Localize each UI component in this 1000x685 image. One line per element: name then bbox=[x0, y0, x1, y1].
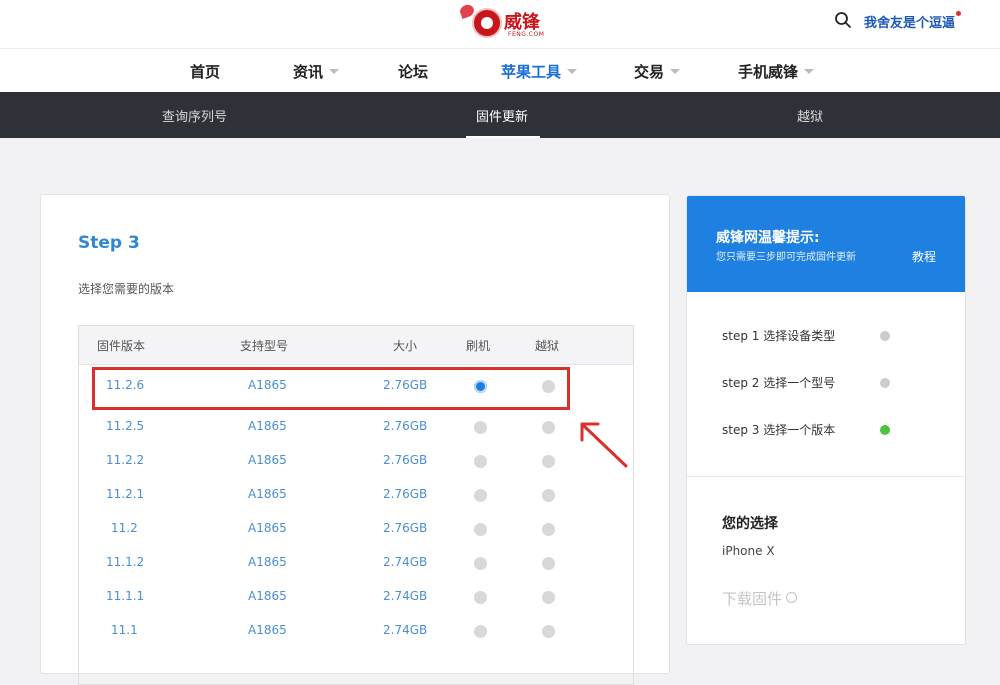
chevron-down-icon bbox=[329, 69, 340, 74]
main-nav: 首页 资讯 论坛 苹果工具 交易 手机威锋 bbox=[0, 48, 1000, 93]
cell-version: 11.2.2 bbox=[106, 453, 145, 467]
cell-size: 2.76GB bbox=[383, 453, 428, 467]
col-header-flash: 刷机 bbox=[466, 339, 491, 353]
jailbreak-radio[interactable] bbox=[542, 523, 555, 536]
subnav-firmware-update[interactable]: 固件更新 bbox=[476, 106, 528, 125]
search-icon[interactable] bbox=[834, 11, 852, 29]
nav-item-apple-tools[interactable]: 苹果工具 bbox=[501, 61, 578, 82]
step-title: Step 3 bbox=[78, 233, 140, 253]
step-status-dot bbox=[880, 425, 890, 435]
chevron-down-icon bbox=[670, 69, 681, 74]
cell-model: A1865 bbox=[248, 521, 287, 535]
tip-subtitle: 您只需要三步即可完成固件更新 bbox=[716, 252, 856, 263]
chevron-down-icon bbox=[804, 69, 815, 74]
col-header-model: 支持型号 bbox=[240, 339, 289, 353]
cell-size: 2.74GB bbox=[383, 555, 428, 569]
jailbreak-radio[interactable] bbox=[542, 455, 555, 468]
cell-size: 2.74GB bbox=[383, 623, 428, 637]
col-header-jailbreak: 越狱 bbox=[535, 339, 560, 353]
step-item-2: step 2 选择一个型号 bbox=[722, 376, 836, 390]
nav-item-news[interactable]: 资讯 bbox=[293, 61, 340, 82]
table-row[interactable]: 11.2.5 A1865 2.76GB bbox=[79, 411, 633, 445]
jailbreak-radio[interactable] bbox=[542, 489, 555, 502]
flash-radio[interactable] bbox=[474, 421, 487, 434]
cell-size: 2.76GB bbox=[383, 487, 428, 501]
subnav-jailbreak[interactable]: 越狱 bbox=[797, 106, 823, 125]
arrow-annotation-icon bbox=[580, 422, 628, 468]
col-header-size: 大小 bbox=[393, 339, 418, 353]
chevron-down-icon bbox=[567, 69, 578, 74]
your-choice-value: iPhone X bbox=[722, 544, 775, 558]
nav-item-mobile[interactable]: 手机威锋 bbox=[738, 61, 815, 82]
sub-nav: 查询序列号 固件更新 越狱 bbox=[0, 92, 1000, 138]
table-row[interactable]: 11.2.1 A1865 2.76GB bbox=[79, 479, 633, 513]
cell-model: A1865 bbox=[248, 419, 287, 433]
tutorial-link[interactable]: 教程 bbox=[912, 248, 936, 265]
arrow-circle-icon bbox=[786, 592, 798, 603]
cell-model: A1865 bbox=[248, 487, 287, 501]
nav-item-label: 首页 bbox=[190, 63, 221, 81]
nav-item-label: 交易 bbox=[634, 63, 665, 81]
your-choice-title: 您的选择 bbox=[722, 516, 778, 532]
flash-radio[interactable] bbox=[474, 455, 487, 468]
nav-item-trade[interactable]: 交易 bbox=[634, 61, 681, 82]
highlight-annotation-box bbox=[92, 367, 570, 410]
notification-dot bbox=[956, 11, 961, 16]
cell-size: 2.76GB bbox=[383, 521, 428, 535]
tip-title: 威锋网温馨提示: bbox=[716, 230, 820, 246]
active-tab-underline bbox=[466, 136, 540, 138]
cell-version: 11.1.1 bbox=[106, 589, 145, 603]
flash-radio[interactable] bbox=[474, 625, 487, 638]
nav-item-label: 论坛 bbox=[398, 63, 429, 81]
jailbreak-radio[interactable] bbox=[542, 557, 555, 570]
cell-version: 11.2 bbox=[111, 521, 138, 535]
jailbreak-radio[interactable] bbox=[542, 591, 555, 604]
top-header: 威锋 FENG.COM 我舍友是个逗逼 bbox=[0, 0, 1000, 48]
jailbreak-radio[interactable] bbox=[542, 421, 555, 434]
table-row[interactable]: 11.2.2 A1865 2.76GB bbox=[79, 445, 633, 479]
cell-model: A1865 bbox=[248, 453, 287, 467]
flash-radio[interactable] bbox=[474, 557, 487, 570]
cell-model: A1865 bbox=[248, 589, 287, 603]
tip-header: 威锋网温馨提示: 您只需要三步即可完成固件更新 教程 bbox=[687, 196, 965, 292]
nav-item-label: 手机威锋 bbox=[738, 63, 799, 81]
cell-version: 11.1.2 bbox=[106, 555, 145, 569]
download-label: 下载固件 bbox=[722, 590, 783, 608]
cell-model: A1865 bbox=[248, 623, 287, 637]
table-header: 固件版本 支持型号 大小 刷机 越狱 bbox=[79, 326, 633, 365]
table-row[interactable]: 11.2 A1865 2.76GB bbox=[79, 513, 633, 547]
flash-radio[interactable] bbox=[474, 591, 487, 604]
nav-item-home[interactable]: 首页 bbox=[190, 61, 220, 82]
cell-version: 11.1 bbox=[111, 623, 138, 637]
step-status-dot bbox=[880, 378, 890, 388]
step-item-1: step 1 选择设备类型 bbox=[722, 329, 836, 343]
flash-radio[interactable] bbox=[474, 523, 487, 536]
side-panel: 威锋网温馨提示: 您只需要三步即可完成固件更新 教程 step 1 选择设备类型… bbox=[686, 195, 966, 645]
step-status-dot bbox=[880, 331, 890, 341]
feng-logo[interactable]: 威锋 FENG.COM bbox=[458, 2, 548, 43]
cell-version: 11.2.5 bbox=[106, 419, 145, 433]
step-item-3: step 3 选择一个版本 bbox=[722, 423, 836, 437]
jailbreak-radio[interactable] bbox=[542, 625, 555, 638]
flash-radio[interactable] bbox=[474, 489, 487, 502]
nav-item-forum[interactable]: 论坛 bbox=[398, 61, 428, 82]
cell-size: 2.76GB bbox=[383, 419, 428, 433]
cell-size: 2.74GB bbox=[383, 589, 428, 603]
table-row[interactable]: 11.1 A1865 2.74GB bbox=[79, 615, 633, 649]
download-firmware-button[interactable]: 下载固件 bbox=[722, 588, 798, 609]
table-row[interactable]: 11.1.1 A1865 2.74GB bbox=[79, 581, 633, 615]
user-profile-link[interactable]: 我舍友是个逗逼 bbox=[864, 12, 955, 31]
cell-model: A1865 bbox=[248, 555, 287, 569]
nav-item-label: 苹果工具 bbox=[501, 63, 562, 81]
logo-emblem-icon bbox=[472, 8, 502, 38]
divider bbox=[687, 476, 965, 477]
step-description: 选择您需要的版本 bbox=[78, 282, 175, 296]
subnav-serial-lookup[interactable]: 查询序列号 bbox=[162, 106, 227, 125]
logo-sub-text: FENG.COM bbox=[508, 31, 545, 38]
table-row[interactable]: 11.1.2 A1865 2.74GB bbox=[79, 547, 633, 581]
col-header-version: 固件版本 bbox=[97, 339, 146, 353]
cell-version: 11.2.1 bbox=[106, 487, 145, 501]
nav-item-label: 资讯 bbox=[293, 63, 324, 81]
